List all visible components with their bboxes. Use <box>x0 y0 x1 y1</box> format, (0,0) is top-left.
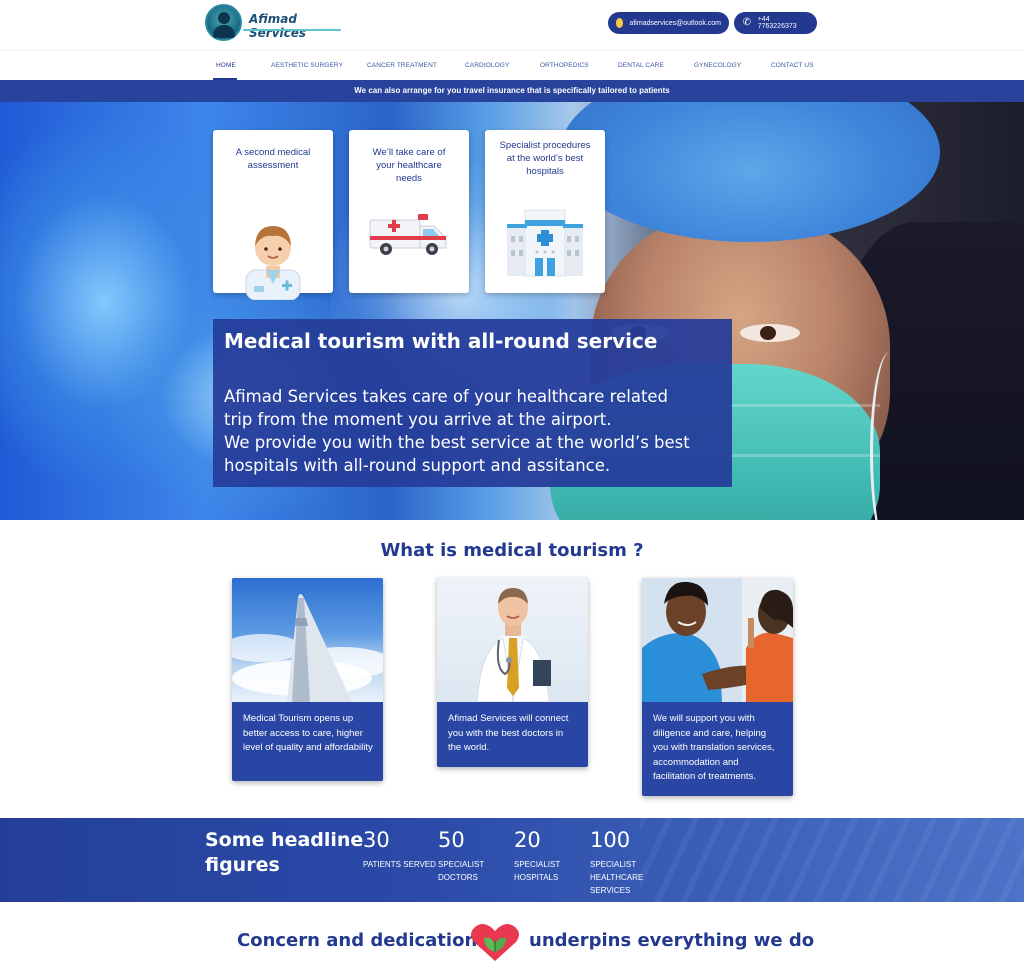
figure-label: SPECIALIST HEALTHCARE SERVICES <box>590 860 644 895</box>
figure-value: 30 <box>363 828 390 852</box>
figure-specialist-doctors: 50 SPECIALIST DOCTORS <box>438 828 484 884</box>
main-nav: HOME AESTHETIC SURGERY CANCER TREATMENT … <box>0 50 1024 80</box>
ambulance-icon <box>349 214 469 258</box>
figures-title: Some headline figures <box>205 829 364 876</box>
service-card-text: We’ll take care of your healthcare needs <box>372 147 446 184</box>
hospital-icon <box>485 209 605 278</box>
service-card-second-assessment[interactable]: A second medical assessment <box>213 130 333 300</box>
tagline-left: Concern and dedication <box>237 930 478 951</box>
info-card-doctors[interactable]: Afimad Services will connect you with th… <box>437 578 588 767</box>
site-header: Afimad Services afimadservices@outlook.c… <box>0 0 1024 50</box>
figure-value: 50 <box>438 828 465 852</box>
figure-label: SPECIALIST HOSPITALS <box>514 860 561 882</box>
figure-value: 20 <box>514 828 541 852</box>
doctor-icon <box>213 218 333 300</box>
figure-healthcare-services: 100 SPECIALIST HEALTHCARE SERVICES <box>590 828 643 897</box>
doctor-photo-image <box>437 578 588 702</box>
info-card-access[interactable]: Medical Tourism opens up better access t… <box>232 578 383 781</box>
headline-figures-section: Some headline figures 30 PATIENTS SERVED… <box>0 818 1024 902</box>
phone-number: +44 7763226373 <box>757 16 797 30</box>
figure-specialist-hospitals: 20 SPECIALIST HOSPITALS <box>514 828 560 884</box>
service-card-text: A second medical assessment <box>235 147 311 171</box>
section-title-medical-tourism: What is medical tourism ? <box>380 540 644 561</box>
brand-name: Afimad Services <box>249 12 307 40</box>
figures-background-texture <box>640 818 1024 902</box>
hero-title: Medical tourism with all-round service <box>224 329 658 353</box>
hero-text-box: Medical tourism with all-round service A… <box>213 319 732 487</box>
phone-contact-button[interactable]: ✆ +44 7763226373 <box>734 12 817 34</box>
info-card-text: Medical Tourism opens up better access t… <box>243 713 373 753</box>
logo-emblem-icon <box>205 4 242 41</box>
figure-patients-served: 30 PATIENTS SERVED <box>363 828 436 871</box>
hero-photo-surgical-cap <box>560 102 940 242</box>
nurse-care-image <box>642 578 793 702</box>
brand-logo[interactable]: Afimad Services <box>205 4 345 42</box>
hero-description: Afimad Services takes care of your healt… <box>224 387 690 475</box>
logo-underline <box>243 29 341 31</box>
nav-item-contact-us[interactable]: CONTACT US <box>771 62 814 69</box>
hero-section: A second medical assessment We’ll take c… <box>0 102 1024 520</box>
email-address: afimadservices@outlook.com <box>629 19 721 27</box>
insurance-banner: We can also arrange for you travel insur… <box>0 80 1024 102</box>
service-card-text: Specialist procedures at the world’s bes… <box>499 140 591 177</box>
nav-item-gynecology[interactable]: GYNECOLOGY <box>694 62 741 69</box>
figure-value: 100 <box>590 828 631 852</box>
hero-photo-eye-right <box>740 324 800 342</box>
nav-item-cardiology[interactable]: CARDIOLOGY <box>465 62 509 69</box>
email-contact-button[interactable]: afimadservices@outlook.com <box>608 12 729 34</box>
info-card-support[interactable]: We will support you with diligence and c… <box>642 578 793 796</box>
nav-item-home[interactable]: HOME <box>216 62 236 69</box>
nav-item-orthopedics[interactable]: ORTHOPEDICS <box>540 62 589 69</box>
airplane-wing-image <box>232 578 383 702</box>
email-icon <box>616 18 624 28</box>
tagline-right: underpins everything we do <box>529 930 815 951</box>
info-card-text: Afimad Services will connect you with th… <box>448 713 569 753</box>
nav-item-dental-care[interactable]: DENTAL CARE <box>618 62 664 69</box>
figure-label: SPECIALIST DOCTORS <box>438 860 485 882</box>
service-card-specialist-procedures[interactable]: Specialist procedures at the world’s bes… <box>485 130 605 293</box>
figure-label: PATIENTS SERVED <box>363 860 436 869</box>
info-card-text: We will support you with diligence and c… <box>653 713 775 782</box>
service-card-healthcare-needs[interactable]: We’ll take care of your healthcare needs <box>349 130 469 293</box>
phone-icon: ✆ <box>742 17 752 28</box>
tagline-section: Concern and dedication underpins everyth… <box>0 922 1024 961</box>
heart-leaf-icon <box>470 922 520 961</box>
nav-item-cancer-treatment[interactable]: CANCER TREATMENT <box>367 62 437 69</box>
nav-item-aesthetic-surgery[interactable]: AESTHETIC SURGERY <box>271 62 343 69</box>
